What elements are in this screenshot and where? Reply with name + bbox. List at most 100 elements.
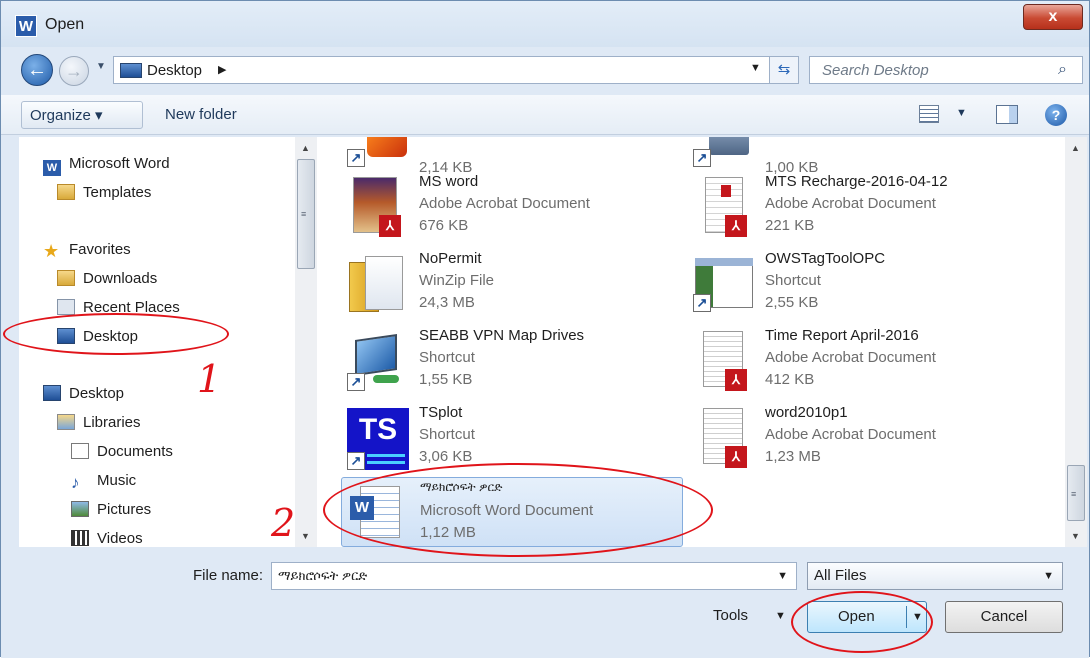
file-size: 221 KB bbox=[765, 217, 815, 234]
list-item[interactable]: ⅄ MS word Adobe Acrobat Document 676 KB bbox=[345, 173, 685, 247]
file-name: MS word bbox=[419, 173, 479, 190]
pdf-icon: ⅄ bbox=[691, 177, 757, 243]
nav-item-libraries[interactable]: Libraries bbox=[57, 410, 141, 436]
nav-item-documents[interactable]: Documents bbox=[71, 439, 173, 465]
word-app-icon: W bbox=[15, 15, 37, 37]
file-type: Shortcut bbox=[765, 272, 821, 289]
nav-item-favorites[interactable]: ★ Favorites bbox=[43, 237, 131, 263]
annotation-circle-selected-file bbox=[323, 463, 713, 557]
change-view-icon[interactable] bbox=[919, 105, 939, 123]
pdf-icon: ⅄ bbox=[691, 408, 757, 474]
file-name-dropdown-icon[interactable]: ▼ bbox=[777, 563, 788, 589]
list-item[interactable]: ↗ SEABB VPN Map Drives Shortcut 1,55 KB bbox=[345, 327, 685, 401]
nav-item-label: Documents bbox=[97, 443, 173, 460]
list-item[interactable]: ↗ OWSTagToolOPC Shortcut 2,55 KB bbox=[691, 250, 1031, 324]
nav-item-label: Microsoft Word bbox=[69, 155, 170, 172]
folder-icon bbox=[57, 184, 75, 200]
search-box[interactable]: Search Desktop ⌕ bbox=[809, 56, 1083, 84]
shortcut-arrow-icon: ↗ bbox=[693, 294, 711, 312]
file-type: Adobe Acrobat Document bbox=[765, 349, 936, 366]
network-shortcut-icon: ↗ bbox=[345, 331, 411, 397]
forward-arrow-icon: → bbox=[65, 61, 83, 81]
refresh-icon: ⇆ bbox=[777, 61, 791, 78]
winzip-icon bbox=[345, 254, 411, 320]
shortcut-arrow-icon: ↗ bbox=[347, 452, 365, 470]
search-icon[interactable]: ⌕ bbox=[1058, 61, 1067, 79]
shortcut-arrow-icon: ↗ bbox=[693, 149, 711, 167]
videos-icon bbox=[71, 530, 89, 546]
pictures-icon bbox=[71, 501, 89, 517]
address-dropdown-icon[interactable]: ▼ bbox=[750, 62, 761, 74]
breadcrumb-arrow-icon[interactable]: ▶ bbox=[218, 63, 226, 76]
scroll-up-icon[interactable]: ▲ bbox=[1071, 143, 1080, 153]
file-size: 1,23 MB bbox=[765, 448, 821, 465]
recent-locations-dropdown[interactable]: ▼ bbox=[96, 61, 106, 72]
desktop-icon bbox=[120, 63, 142, 78]
file-size: 1,55 KB bbox=[419, 371, 473, 388]
filter-dropdown-icon[interactable]: ▼ bbox=[1043, 563, 1054, 589]
help-icon[interactable]: ? bbox=[1045, 104, 1067, 126]
address-bar[interactable]: Desktop ▶ ▼ bbox=[113, 56, 799, 84]
list-item[interactable]: NoPermit WinZip File 24,3 MB bbox=[345, 250, 685, 324]
scroll-up-icon[interactable]: ▲ bbox=[301, 143, 310, 153]
scroll-down-icon[interactable]: ▼ bbox=[301, 531, 310, 541]
file-type: Adobe Acrobat Document bbox=[765, 195, 936, 212]
annotation-number-2: 2 bbox=[271, 501, 296, 545]
nav-item-pictures[interactable]: Pictures bbox=[71, 497, 151, 523]
forward-button[interactable]: → bbox=[59, 56, 89, 86]
scroll-grip-icon: ≡ bbox=[1071, 489, 1077, 499]
preview-pane-icon[interactable] bbox=[996, 105, 1018, 124]
pdf-icon: ⅄ bbox=[345, 177, 411, 243]
organize-button[interactable]: Organize ▾ bbox=[21, 101, 143, 129]
nav-item-music[interactable]: ♪ Music bbox=[71, 468, 136, 494]
file-size: 24,3 MB bbox=[419, 294, 475, 311]
file-name: SEABB VPN Map Drives bbox=[419, 327, 585, 344]
pdf-badge-icon: ⅄ bbox=[379, 215, 401, 237]
pdf-badge-icon: ⅄ bbox=[725, 369, 747, 391]
nav-item-desktop[interactable]: Desktop bbox=[43, 381, 124, 407]
view-options-dropdown[interactable]: ▼ bbox=[956, 107, 967, 119]
file-type-filter-value: All Files bbox=[814, 567, 867, 584]
list-item[interactable]: ⅄ MTS Recharge-2016-04-12 Adobe Acrobat … bbox=[691, 173, 1031, 247]
open-dialog: W Open x ← → ▼ Desktop ▶ ▼ ⇆ Search Desk… bbox=[0, 0, 1090, 658]
nav-item-videos[interactable]: Videos bbox=[71, 526, 143, 547]
file-type: Shortcut bbox=[419, 426, 475, 443]
list-item[interactable]: ⅄ Time Report April-2016 Adobe Acrobat D… bbox=[691, 327, 1031, 401]
tools-button[interactable]: Tools bbox=[713, 607, 748, 624]
file-size: 3,06 KB bbox=[419, 448, 473, 465]
nav-item-label: Favorites bbox=[69, 241, 131, 258]
file-name-label: File name: bbox=[193, 567, 264, 584]
new-folder-button[interactable]: New folder bbox=[157, 101, 245, 129]
nav-item-downloads[interactable]: Downloads bbox=[57, 266, 157, 292]
file-name-value[interactable]: ማይክሮሶፍት ዎርድ bbox=[278, 568, 367, 583]
app-shortcut-icon: ↗ bbox=[691, 254, 757, 320]
nav-item-templates[interactable]: Templates bbox=[57, 180, 151, 206]
file-name-input[interactable]: ማይክሮሶፍት ዎርድ ▼ bbox=[271, 562, 797, 590]
list-item[interactable]: ⅄ word2010p1 Adobe Acrobat Document 1,23… bbox=[691, 404, 1031, 478]
pdf-badge-icon: ⅄ bbox=[725, 215, 747, 237]
refresh-button[interactable]: ⇆ bbox=[769, 56, 799, 84]
scroll-down-icon[interactable]: ▼ bbox=[1071, 531, 1080, 541]
address-path[interactable]: Desktop bbox=[147, 62, 202, 79]
back-button[interactable]: ← bbox=[21, 54, 53, 86]
star-icon: ★ bbox=[43, 241, 60, 261]
close-icon: x bbox=[1048, 8, 1058, 25]
nav-item-label: Downloads bbox=[83, 270, 158, 287]
close-button[interactable]: x bbox=[1023, 4, 1083, 30]
file-type: Adobe Acrobat Document bbox=[419, 195, 590, 212]
nav-item-label: Desktop bbox=[69, 385, 125, 402]
file-name: NoPermit bbox=[419, 250, 482, 267]
shortcut-arrow-icon: ↗ bbox=[347, 149, 365, 167]
tools-dropdown-icon[interactable]: ▼ bbox=[775, 610, 786, 622]
documents-icon bbox=[71, 443, 89, 459]
file-name: Time Report April-2016 bbox=[765, 327, 919, 344]
nav-item-label: Videos bbox=[97, 530, 143, 547]
file-size: 2,55 KB bbox=[765, 294, 819, 311]
desktop-icon bbox=[43, 385, 61, 401]
file-size: 412 KB bbox=[765, 371, 815, 388]
nav-item-microsoft-word[interactable]: W Microsoft Word bbox=[43, 151, 170, 177]
annotation-circle-desktop bbox=[3, 313, 229, 355]
file-type-filter[interactable]: All Files ▼ bbox=[807, 562, 1063, 590]
search-input[interactable]: Search Desktop bbox=[822, 62, 929, 79]
cancel-button[interactable]: Cancel bbox=[945, 601, 1063, 633]
